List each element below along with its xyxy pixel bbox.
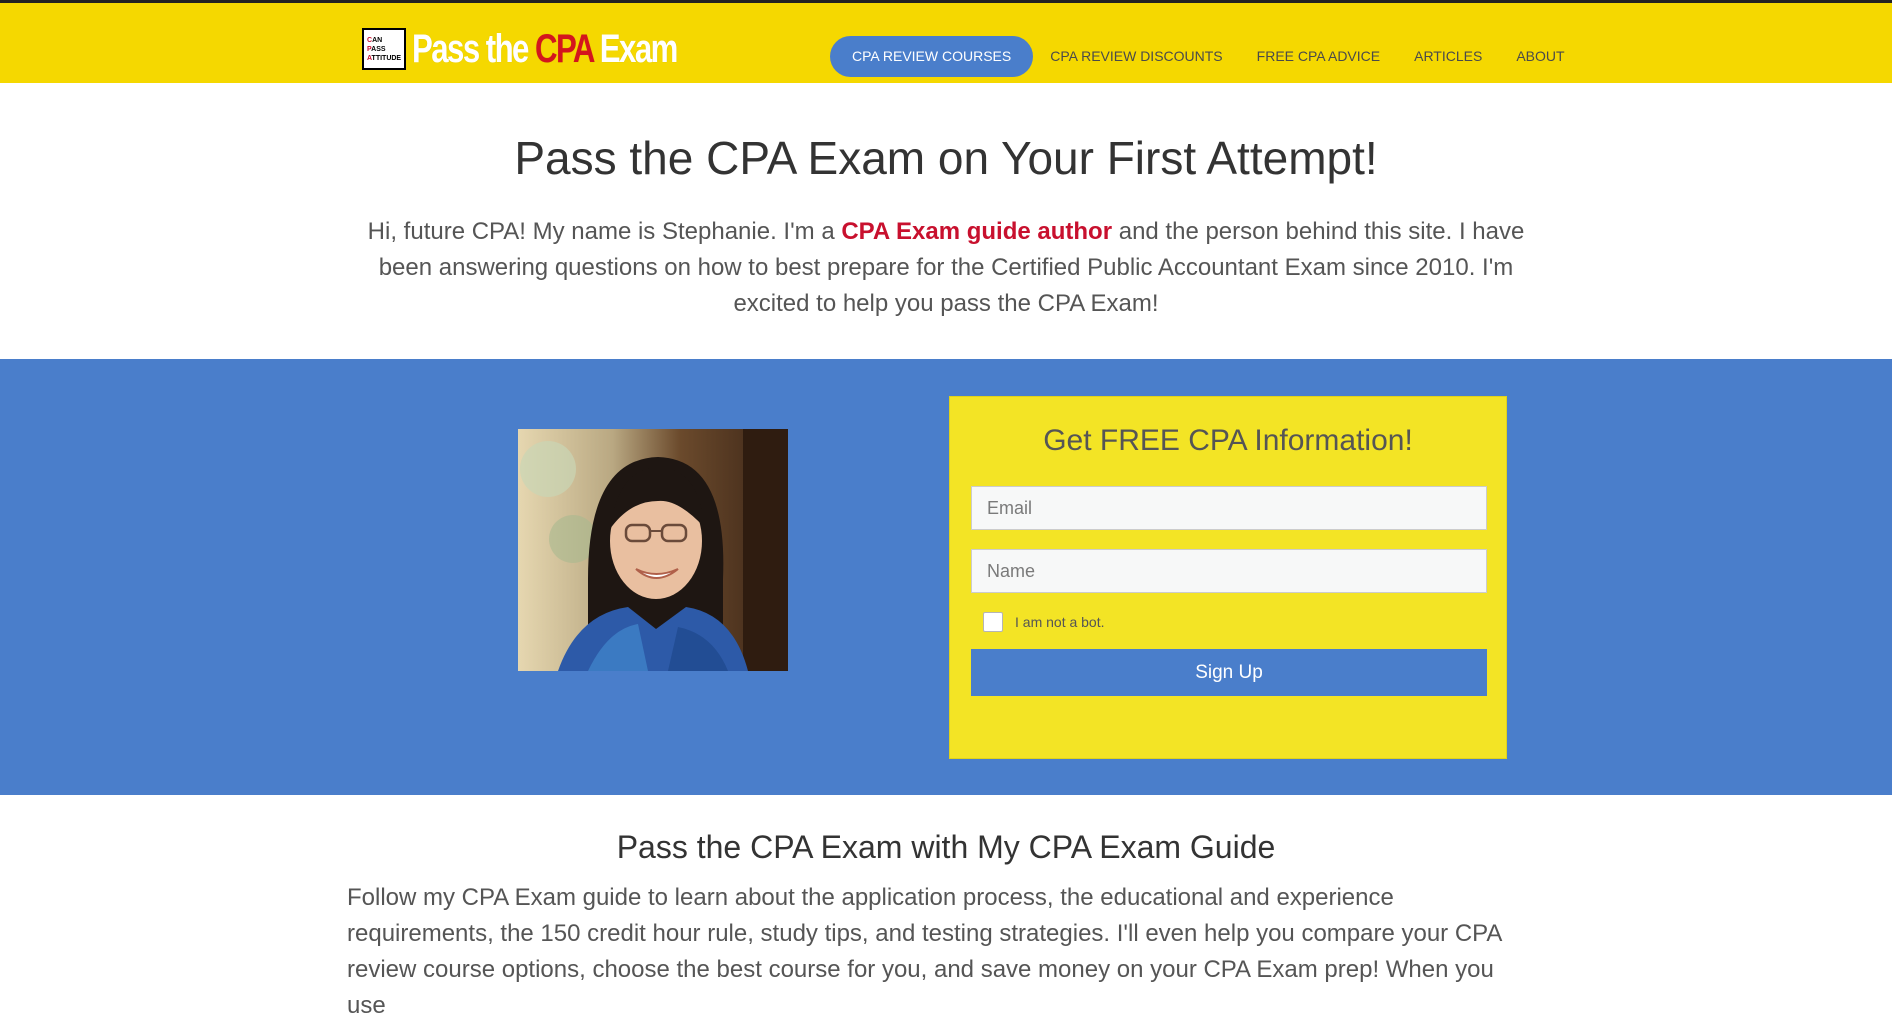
guide-text: Follow my CPA Exam guide to learn about … [347,884,1502,1019]
signup-form: Get FREE CPA Information! I am not a bot… [949,396,1507,759]
nav-about[interactable]: ABOUT [1499,36,1581,77]
main-nav: CPA REVIEW COURSES CPA REVIEW DISCOUNTS … [830,36,1582,77]
site-header: CAN PASS ATTITUDE Pass the CPA Exam CPA … [0,3,1892,83]
page-title: Pass the CPA Exam on Your First Attempt! [514,132,1378,184]
portrait-illustration [518,429,788,671]
author-photo [518,429,788,671]
form-title: Get FREE CPA Information! [1043,424,1413,457]
sign-up-button[interactable]: Sign Up [971,649,1487,696]
guide-title: Pass the CPA Exam with My CPA Exam Guide [616,829,1276,865]
nav-articles[interactable]: ARTICLES [1397,36,1499,77]
hero-section: Pass the CPA Exam on Your First Attempt!… [0,131,1892,322]
cpa-guide-author-link[interactable]: CPA Exam guide author [841,218,1112,245]
nav-free-cpa-advice[interactable]: FREE CPA ADVICE [1240,36,1397,77]
logo-wordmark: Pass the CPA Exam [412,27,678,71]
not-a-bot-checkbox[interactable] [983,612,1003,632]
nav-cpa-review-discounts[interactable]: CPA REVIEW DISCOUNTS [1033,36,1239,77]
email-input[interactable] [971,486,1487,530]
intro-text: Hi, future CPA! My name is Stephanie. I'… [367,218,1525,317]
bot-check-row: I am not a bot. [983,612,1506,632]
nav-cpa-review-courses[interactable]: CPA REVIEW COURSES [830,36,1034,77]
site-logo[interactable]: CAN PASS ATTITUDE Pass the CPA Exam [362,26,752,72]
name-input[interactable] [971,549,1487,593]
not-a-bot-label: I am not a bot. [1015,614,1105,630]
signup-band: Get FREE CPA Information! I am not a bot… [0,359,1892,795]
guide-section: Pass the CPA Exam with My CPA Exam Guide… [0,795,1892,1024]
logo-badge: CAN PASS ATTITUDE [362,28,406,70]
